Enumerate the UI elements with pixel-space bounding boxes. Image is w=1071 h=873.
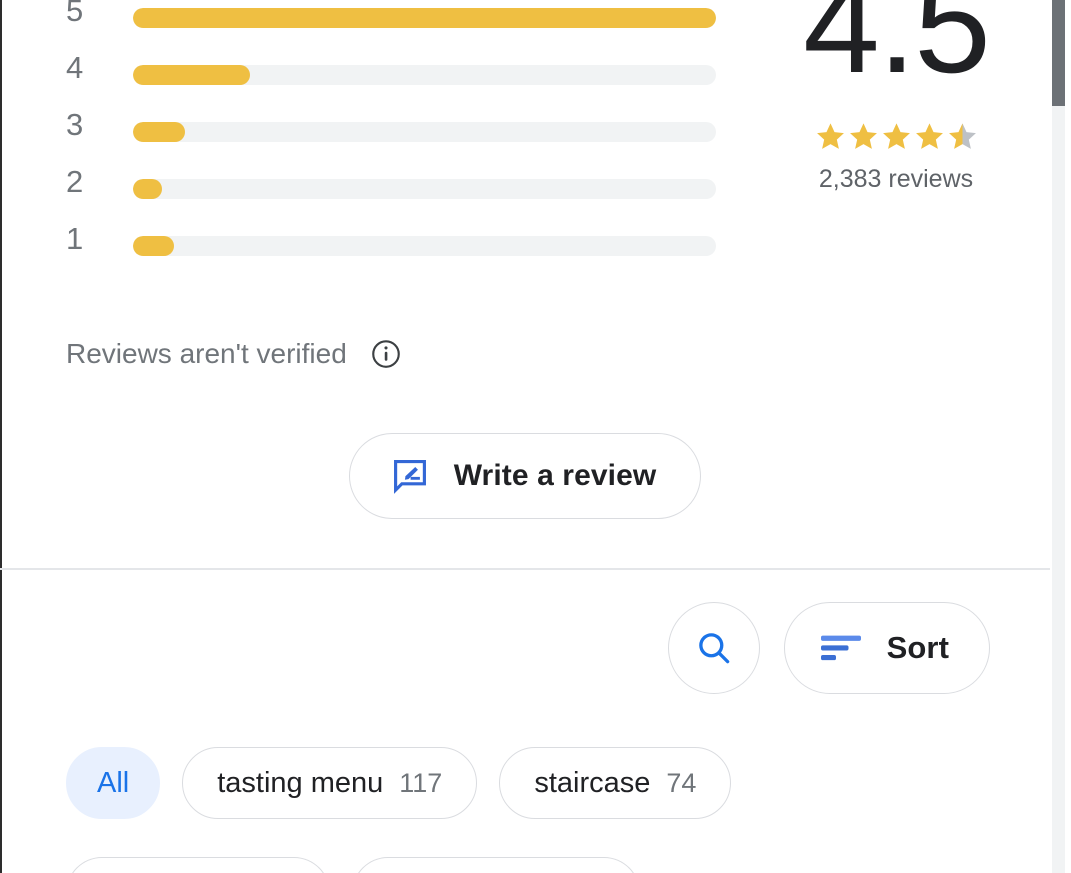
write-review-button-container: Write a review xyxy=(0,433,1050,519)
write-review-label: Write a review xyxy=(453,459,657,492)
overall-score-value: 4.5 xyxy=(803,0,991,88)
rating-bar-row-1[interactable]: 1 xyxy=(66,221,718,285)
rating-bar-fill-1 xyxy=(133,236,174,256)
section-divider xyxy=(0,568,1050,570)
review-filter-chips: All tasting menu 117 staircase 74 xyxy=(66,747,732,819)
reviews-controls-row: Sort xyxy=(0,602,1050,694)
search-icon xyxy=(698,633,729,664)
review-pencil-bubble-icon xyxy=(393,460,426,494)
rating-bar-fill-4 xyxy=(133,65,250,85)
search-reviews-button[interactable] xyxy=(667,602,760,694)
rating-bar-row-5[interactable]: 5 xyxy=(66,0,718,57)
rating-bar-track-3 xyxy=(133,122,716,142)
sort-label: Sort xyxy=(886,630,949,665)
filter-chip-tasting-menu-count: 117 xyxy=(399,768,443,798)
sort-reviews-button[interactable]: Sort xyxy=(783,602,990,694)
vertical-scrollbar-thumb[interactable] xyxy=(1052,0,1065,106)
overall-star-rating xyxy=(746,120,1046,152)
info-circle-icon[interactable] xyxy=(371,339,401,369)
filter-chip-tasting-menu[interactable]: tasting menu 117 xyxy=(182,747,478,819)
rating-bar-track-4 xyxy=(133,65,716,85)
review-count-label: 2,383 reviews xyxy=(818,165,974,193)
write-review-button[interactable]: Write a review xyxy=(348,433,702,519)
star-half-icon-5 xyxy=(948,122,976,149)
filter-chip-partial-1[interactable] xyxy=(66,857,330,873)
rating-bar-track-2 xyxy=(133,179,716,199)
rating-bar-track-1 xyxy=(133,236,716,256)
sort-lines-icon xyxy=(820,635,861,661)
overall-score-block: 4.5 2,383 reviews xyxy=(746,0,1046,194)
rating-bar-fill-2 xyxy=(133,179,163,199)
vertical-scrollbar-track[interactable] xyxy=(1052,0,1065,873)
reviews-panel: 5 4 3 2 1 4.5 2,383 reviews Reviews aren… xyxy=(0,0,1071,873)
rating-bar-fill-5 xyxy=(133,8,716,28)
star-icon-2 xyxy=(849,122,877,149)
reviews-not-verified-label: Reviews aren't verified xyxy=(66,338,347,369)
filter-chip-all-label: All xyxy=(97,767,130,799)
rating-bar-label-4: 4 xyxy=(66,50,84,85)
filter-chip-staircase-count: 74 xyxy=(666,768,697,798)
filter-chip-all[interactable]: All xyxy=(66,747,161,819)
rating-bar-label-5: 5 xyxy=(66,0,84,28)
rating-bar-row-3[interactable]: 3 xyxy=(66,107,718,171)
filter-chip-tasting-menu-label: tasting menu xyxy=(217,767,384,799)
filter-chip-partial-2[interactable] xyxy=(352,857,640,873)
rating-bar-label-3: 3 xyxy=(66,107,84,142)
star-icon-3 xyxy=(882,122,910,149)
filter-chip-staircase[interactable]: staircase 74 xyxy=(499,747,732,819)
star-icon-1 xyxy=(816,122,844,149)
rating-distribution-chart: 5 4 3 2 1 xyxy=(66,0,718,285)
rating-summary-section: 5 4 3 2 1 4.5 2,383 reviews Reviews aren… xyxy=(0,0,1050,570)
review-filter-chips-next-row xyxy=(0,857,1050,873)
star-icon-4 xyxy=(915,122,943,149)
filter-chip-staircase-label: staircase xyxy=(534,767,651,799)
reviews-not-verified-row: Reviews aren't verified xyxy=(66,337,401,371)
rating-bar-fill-3 xyxy=(133,122,186,142)
rating-bar-label-1: 1 xyxy=(66,221,84,256)
right-edge-content-sliver xyxy=(1066,0,1071,873)
rating-bar-label-2: 2 xyxy=(66,164,84,199)
rating-bar-row-4[interactable]: 4 xyxy=(66,50,718,114)
rating-bar-track-5 xyxy=(133,8,716,28)
rating-bar-row-2[interactable]: 2 xyxy=(66,164,718,228)
